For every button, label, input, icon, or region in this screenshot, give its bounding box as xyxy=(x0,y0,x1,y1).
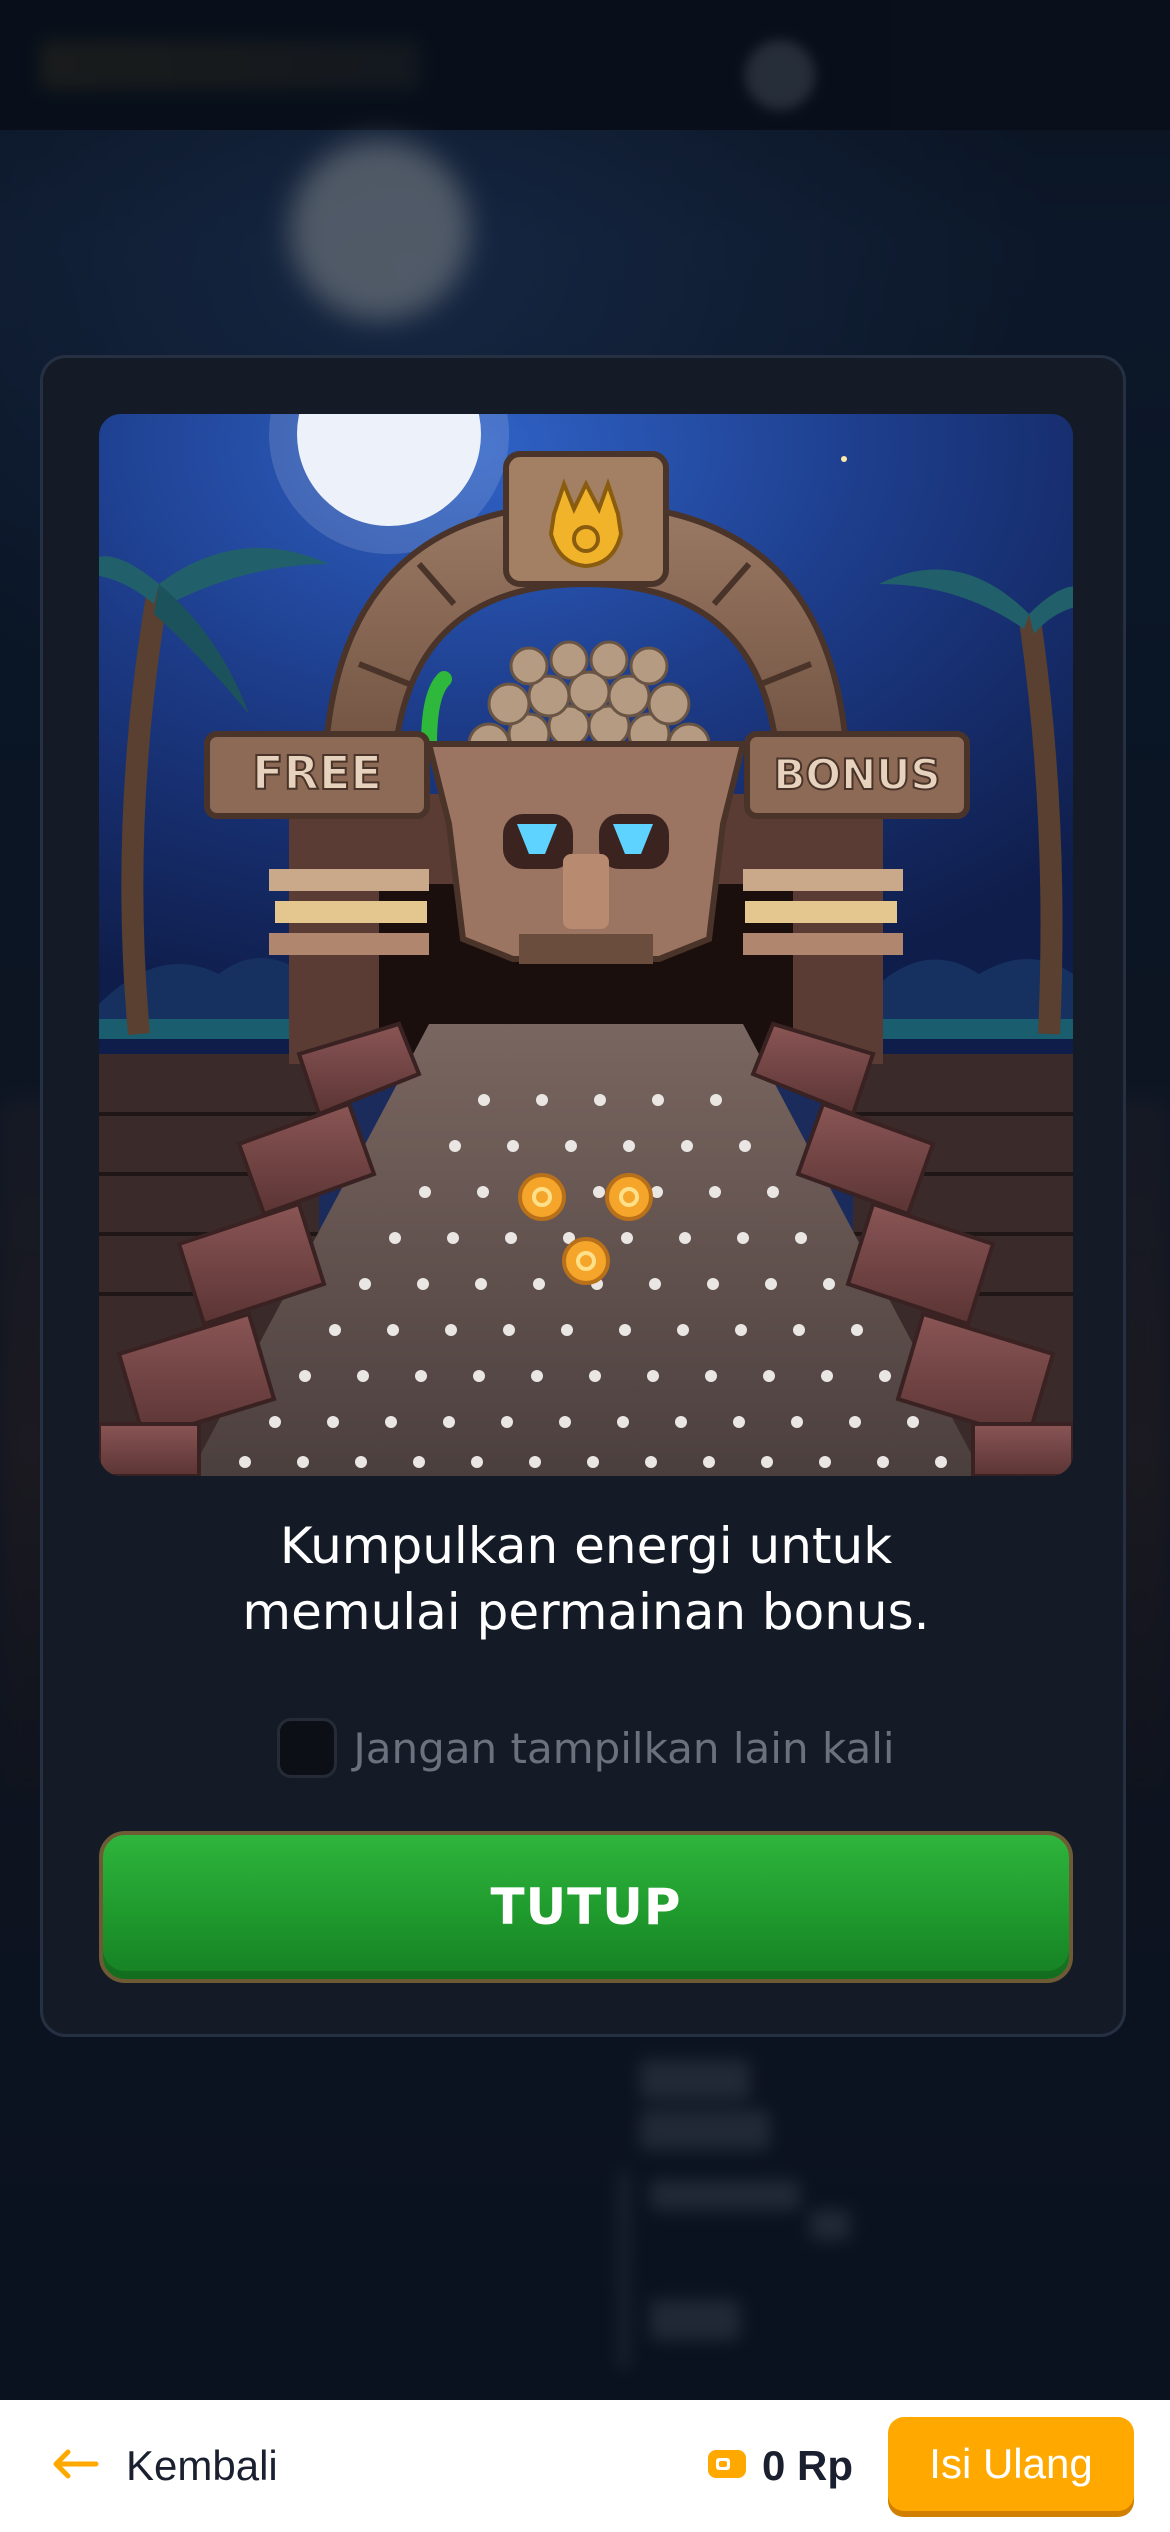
back-button[interactable]: Kembali xyxy=(50,2436,278,2496)
dont-show-again-label[interactable]: Jangan tampilkan lain kali xyxy=(353,1724,894,1773)
modal-message: Kumpulkan energi untuk memulai permainan… xyxy=(43,1513,1129,1645)
bonus-sign-text: BONUS xyxy=(773,750,940,799)
balance-display: 0 Rp xyxy=(706,2436,853,2496)
dont-show-again-checkbox[interactable] xyxy=(277,1718,338,1778)
topup-button[interactable]: Isi Ulang xyxy=(888,2417,1134,2511)
modal-message-line1: Kumpulkan energi untuk xyxy=(279,1517,893,1575)
bonus-info-modal: FREE BONUS Kumpulkan energi untuk memula… xyxy=(40,355,1126,2037)
dont-show-again-row[interactable]: Jangan tampilkan lain kali xyxy=(43,1715,1129,1781)
modal-message-line2: memulai permainan bonus. xyxy=(242,1583,930,1641)
bottom-bar: Kembali 0 Rp Isi Ulang xyxy=(0,2400,1170,2532)
wallet-icon xyxy=(706,2446,748,2486)
back-label: Kembali xyxy=(126,2442,278,2489)
bonus-game-illustration: FREE BONUS xyxy=(99,414,1073,1476)
close-button[interactable]: TUTUP xyxy=(99,1831,1073,1983)
arrow-left-icon xyxy=(50,2448,100,2484)
free-sign-text: FREE xyxy=(252,746,382,800)
balance-value: 0 Rp xyxy=(762,2442,854,2489)
